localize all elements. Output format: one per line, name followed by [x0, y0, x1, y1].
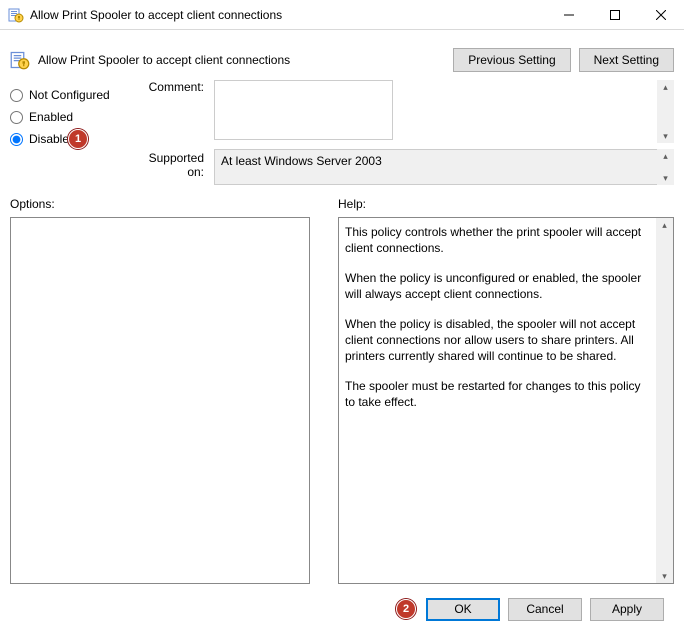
help-text: When the policy is disabled, the spooler…: [345, 316, 653, 364]
supported-on-label: Supported on:: [130, 149, 214, 179]
help-label: Help:: [338, 197, 674, 211]
scroll-down-icon: ▾: [662, 569, 667, 583]
policy-title: Allow Print Spooler to accept client con…: [38, 53, 290, 67]
dialog-window: Allow Print Spooler to accept client con…: [0, 0, 684, 634]
radio-not-configured[interactable]: Not Configured: [10, 88, 130, 102]
window-title: Allow Print Spooler to accept client con…: [30, 8, 546, 22]
maximize-button[interactable]: [592, 0, 638, 30]
next-setting-button[interactable]: Next Setting: [579, 48, 674, 72]
scrollbar[interactable]: ▴ ▾: [657, 80, 674, 143]
policy-icon: [8, 7, 24, 23]
state-radio-group: Not Configured Enabled Disabled 1: [10, 88, 130, 191]
options-label: Options:: [10, 197, 310, 211]
help-panel: This policy controls whether the print s…: [338, 217, 674, 584]
cancel-button[interactable]: Cancel: [508, 598, 582, 621]
upper-section: Not Configured Enabled Disabled 1 Commen…: [10, 80, 674, 191]
options-panel: [10, 217, 310, 584]
ok-button[interactable]: OK: [426, 598, 500, 621]
lower-section: Options: Help: This policy controls whet…: [10, 197, 674, 584]
radio-not-configured-input[interactable]: [10, 89, 23, 102]
scroll-up-icon: ▴: [662, 218, 667, 232]
radio-not-configured-label: Not Configured: [29, 88, 110, 102]
apply-button[interactable]: Apply: [590, 598, 664, 621]
content-area: Allow Print Spooler to accept client con…: [0, 30, 684, 634]
comment-label: Comment:: [130, 80, 214, 94]
help-text: The spooler must be restarted for change…: [345, 378, 653, 410]
annotation-badge-1: 1: [68, 129, 88, 149]
supported-on-value: At least Windows Server 2003: [214, 149, 674, 185]
previous-setting-button[interactable]: Previous Setting: [453, 48, 570, 72]
annotation-badge-2: 2: [396, 599, 416, 619]
scrollbar[interactable]: ▴ ▾: [657, 149, 674, 185]
radio-disabled-input[interactable]: [10, 133, 23, 146]
scroll-down-icon: ▾: [663, 129, 668, 143]
minimize-button[interactable]: [546, 0, 592, 30]
radio-enabled-label: Enabled: [29, 110, 73, 124]
scrollbar[interactable]: ▴ ▾: [656, 218, 673, 583]
close-button[interactable]: [638, 0, 684, 30]
radio-enabled-input[interactable]: [10, 111, 23, 124]
policy-icon: [10, 50, 30, 70]
footer: 2 OK Cancel Apply: [10, 584, 674, 634]
titlebar: Allow Print Spooler to accept client con…: [0, 0, 684, 30]
scroll-up-icon: ▴: [663, 80, 668, 94]
comment-textarea[interactable]: [214, 80, 393, 140]
scroll-up-icon: ▴: [663, 149, 668, 163]
help-text: When the policy is unconfigured or enabl…: [345, 270, 653, 302]
scroll-down-icon: ▾: [663, 171, 668, 185]
radio-disabled[interactable]: Disabled 1: [10, 132, 130, 146]
help-text: This policy controls whether the print s…: [345, 224, 653, 256]
header-row: Allow Print Spooler to accept client con…: [10, 40, 674, 80]
supported-on-text: At least Windows Server 2003: [221, 154, 382, 168]
radio-enabled[interactable]: Enabled: [10, 110, 130, 124]
